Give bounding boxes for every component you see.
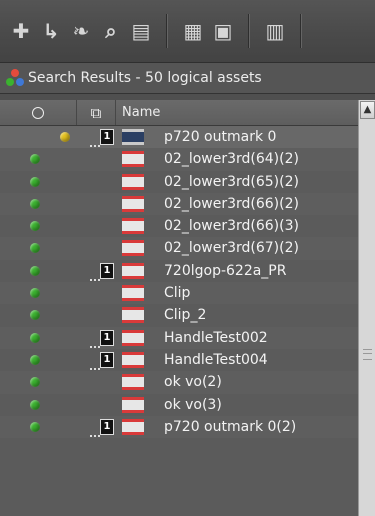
clip-media-icon (122, 396, 144, 413)
clip-media-icon (122, 307, 144, 324)
clip-media-icon (122, 374, 144, 391)
status-dot-icon (30, 243, 40, 254)
status-dot-icon (30, 198, 40, 209)
name-column-label: Name (122, 105, 161, 120)
status-dot-icon (30, 310, 40, 321)
asset-name: ok vo(3) (164, 396, 222, 413)
grid-header: ⧉ Name (0, 100, 358, 126)
version-icon: 1 (90, 129, 114, 147)
clip-media-icon (122, 218, 144, 235)
status-dot-icon (30, 421, 40, 432)
circle-icon (32, 106, 44, 119)
asset-row[interactable]: 1 p720 outmark 0(2) (0, 415, 358, 439)
asset-name: HandleTest002 (164, 329, 268, 346)
status-column-header[interactable] (0, 100, 77, 125)
asset-name: 720lgop-622a_PR (164, 262, 287, 279)
asset-row[interactable]: Clip_2 (0, 304, 358, 326)
version-icon: 1 (90, 262, 114, 281)
clip-media-icon (122, 173, 144, 190)
clip-media-icon (122, 240, 144, 257)
asset-name: 02_lower3rd(66)(3) (164, 218, 299, 235)
asset-name: 02_lower3rd(66)(2) (164, 195, 299, 212)
status-dot-icon (30, 288, 40, 299)
status-dot-icon (30, 354, 40, 365)
type-column-header[interactable]: ⧉ (77, 100, 116, 125)
asset-name: HandleTest004 (164, 351, 268, 368)
toolbar-separator (166, 14, 168, 48)
columns-icon[interactable]: ▥ (262, 18, 288, 44)
asset-row[interactable]: 1 HandleTest004 (0, 349, 358, 371)
status-dot-icon (30, 176, 40, 187)
clip-media-icon (122, 418, 144, 435)
list-icon[interactable]: ▤ (128, 18, 154, 44)
clip-media-icon (122, 195, 144, 212)
version-icon: 1 (90, 351, 114, 370)
clip-media-icon (122, 329, 144, 346)
search-results-bar: Search Results - 50 logical assets (0, 63, 375, 94)
status-dot-icon (30, 221, 40, 232)
scroll-up-button[interactable]: ▲ (360, 101, 375, 119)
toolbar-separator (248, 14, 250, 48)
gxf-media-icon (122, 129, 144, 145)
asset-row[interactable]: 02_lower3rd(64)(2) (0, 148, 358, 171)
status-dot-icon (30, 377, 40, 388)
status-dot-icon (30, 332, 40, 343)
status-dot-icon (30, 265, 40, 276)
asset-row[interactable]: 1 p720 outmark 0 (0, 126, 358, 149)
clip-media-icon (122, 262, 144, 279)
asset-row[interactable]: 02_lower3rd(67)(2) (0, 237, 358, 260)
status-dot-icon (30, 154, 40, 165)
asset-grid: ⧉ Name 1 p720 outmark 0 02_lower3rd(64)(2)… (0, 100, 375, 516)
tree-icon[interactable]: ❧ (68, 18, 94, 44)
asset-row[interactable]: 1 HandleTest002 (0, 326, 358, 349)
asset-row[interactable]: 02_lower3rd(66)(2) (0, 192, 358, 216)
clip-media-icon (122, 151, 144, 168)
version-icon: 1 (90, 418, 114, 437)
asset-name: p720 outmark 0(2) (164, 418, 297, 435)
status-dot-icon (60, 132, 70, 142)
asset-name: Clip_2 (164, 307, 207, 324)
asset-name: p720 outmark 0 (164, 129, 277, 145)
asset-row[interactable]: 02_lower3rd(66)(3) (0, 215, 358, 237)
toolbar: ✚ ↳ ❧ ⌕ ▤ ▦ ▣ ▥ (0, 0, 375, 63)
asset-name: ok vo(2) (164, 374, 222, 391)
folder-icon[interactable]: ▣ (210, 18, 236, 44)
asset-name: 02_lower3rd(67)(2) (164, 240, 299, 257)
move-icon[interactable]: ↳ (38, 18, 64, 44)
asset-name: 02_lower3rd(64)(2) (164, 151, 299, 168)
asset-list: 1 p720 outmark 0 02_lower3rd(64)(2) 02_lowe… (0, 126, 358, 439)
asset-row[interactable]: 1 720lgop-622a_PR (0, 260, 358, 282)
asset-name: 02_lower3rd(65)(2) (164, 173, 299, 190)
clip-media-icon (122, 285, 144, 302)
status-dot-icon (30, 399, 40, 410)
add-icon[interactable]: ✚ (8, 18, 34, 44)
scroll-grip-icon[interactable] (363, 349, 372, 360)
find-icon[interactable]: ⌕ (98, 18, 124, 44)
asset-row[interactable]: ok vo(2) (0, 371, 358, 394)
asset-row[interactable]: ok vo(3) (0, 394, 358, 416)
export-icon[interactable]: ▦ (180, 18, 206, 44)
search-results-icon (6, 69, 24, 87)
asset-name: Clip (164, 285, 191, 302)
toolbar-separator (300, 14, 302, 48)
search-results-label: Search Results - 50 logical assets (28, 70, 262, 86)
vertical-scrollbar[interactable]: ▲ (358, 100, 375, 516)
asset-row[interactable]: Clip (0, 282, 358, 305)
clip-media-icon (122, 351, 144, 368)
version-icon: 1 (90, 329, 114, 348)
asset-row[interactable]: 02_lower3rd(65)(2) (0, 171, 358, 193)
clipboard-icon: ⧉ (90, 103, 102, 122)
name-column-header[interactable]: Name (116, 100, 363, 125)
